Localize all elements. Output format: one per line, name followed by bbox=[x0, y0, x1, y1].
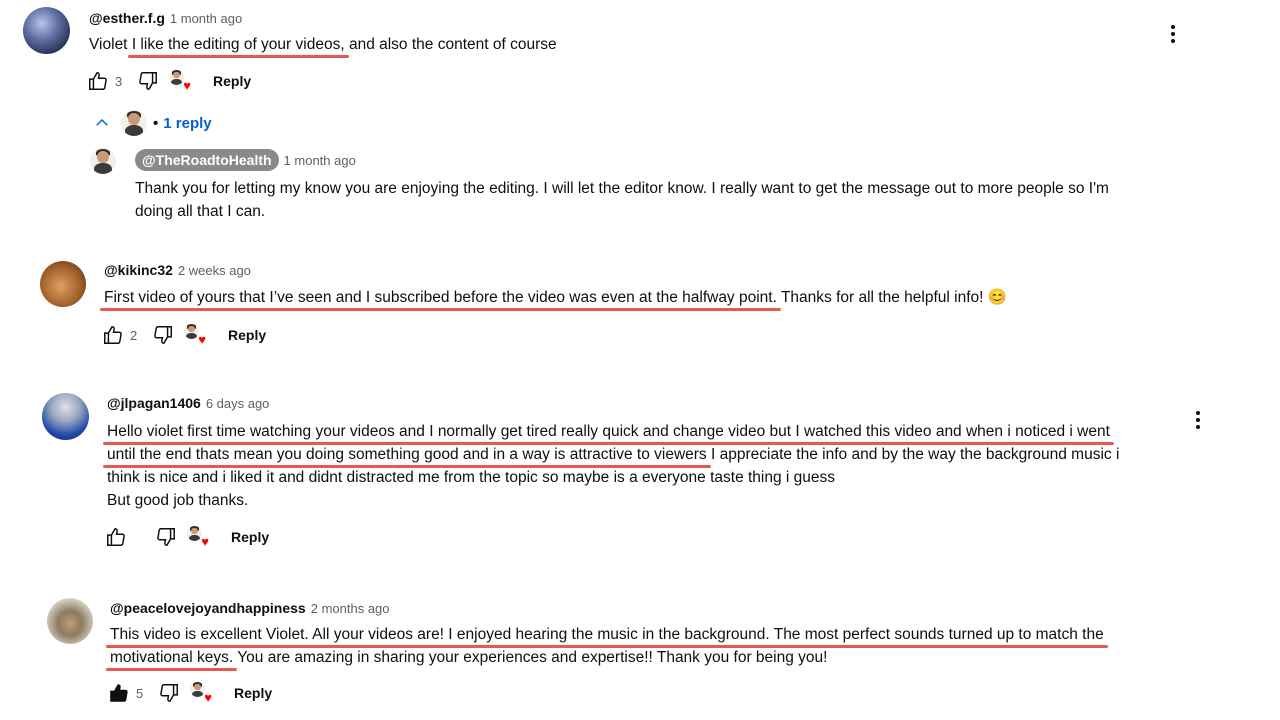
more-vert-icon[interactable] bbox=[1171, 22, 1175, 46]
comment-actions: 3 ♥ Reply bbox=[87, 70, 251, 92]
chevron-up-icon[interactable] bbox=[93, 114, 111, 132]
replies-count[interactable]: 1 reply bbox=[163, 115, 211, 132]
thumbs-up-icon[interactable] bbox=[108, 682, 130, 704]
comment-actions: 5 ♥ Reply bbox=[108, 682, 272, 704]
comment-author[interactable]: @esther.f.g 1 month ago bbox=[89, 10, 242, 26]
comment-time[interactable]: 1 month ago bbox=[170, 11, 242, 26]
reply-button[interactable]: Reply bbox=[231, 529, 269, 545]
thumbs-up-icon[interactable] bbox=[87, 70, 109, 92]
thumbs-down-icon[interactable] bbox=[155, 526, 177, 548]
comment-text: This video is excellent Violet. All your… bbox=[110, 626, 1104, 666]
comment-actions: 2 ♥ Reply bbox=[102, 324, 266, 346]
reply-button[interactable]: Reply bbox=[234, 685, 272, 701]
comment-author[interactable]: @kikinc32 2 weeks ago bbox=[104, 262, 251, 278]
comment-text: First video of yours that I’ve seen and … bbox=[104, 289, 1008, 306]
like-count: 3 bbox=[115, 73, 123, 89]
reply-button[interactable]: Reply bbox=[213, 73, 251, 89]
comment-actions: ♥ Reply bbox=[105, 526, 269, 548]
thumbs-up-icon[interactable] bbox=[105, 526, 127, 548]
thumbs-up-icon[interactable] bbox=[102, 324, 124, 346]
reply-button[interactable]: Reply bbox=[228, 327, 266, 343]
avatar[interactable] bbox=[42, 393, 89, 440]
bullet: • bbox=[153, 114, 159, 132]
comment-text: Hello violet first time watching your vi… bbox=[107, 423, 1120, 509]
avatar[interactable] bbox=[23, 7, 70, 54]
like-count: 2 bbox=[130, 327, 138, 343]
avatar[interactable] bbox=[47, 598, 93, 644]
comment-author[interactable]: @jlpagan1406 6 days ago bbox=[107, 395, 269, 411]
like-count: 5 bbox=[136, 685, 144, 701]
comment-text: Violet I like the editing of your videos… bbox=[89, 36, 557, 53]
reply-header: @TheRoadtoHealth 1 month ago bbox=[135, 149, 356, 171]
thumbs-down-icon[interactable] bbox=[137, 70, 159, 92]
creator-heart-icon: ♥ bbox=[187, 526, 209, 548]
reply-text: Thank you for letting my know you are en… bbox=[135, 180, 1109, 220]
more-vert-icon[interactable] bbox=[1196, 408, 1200, 432]
creator-heart-icon: ♥ bbox=[184, 324, 206, 346]
avatar[interactable] bbox=[90, 148, 116, 174]
comment-time[interactable]: 1 month ago bbox=[284, 153, 356, 168]
comment-time[interactable]: 2 weeks ago bbox=[178, 263, 251, 278]
creator-handle-badge[interactable]: @TheRoadtoHealth bbox=[135, 149, 279, 171]
comment-author[interactable]: @peacelovejoyandhappiness 2 months ago bbox=[110, 600, 390, 616]
creator-heart-icon: ♥ bbox=[169, 70, 191, 92]
thumbs-down-icon[interactable] bbox=[158, 682, 180, 704]
replies-toggle[interactable]: • 1 reply bbox=[93, 110, 212, 136]
comment-time[interactable]: 6 days ago bbox=[206, 396, 270, 411]
thumbs-down-icon[interactable] bbox=[152, 324, 174, 346]
avatar[interactable] bbox=[40, 261, 86, 307]
creator-heart-icon: ♥ bbox=[190, 682, 212, 704]
avatar bbox=[121, 110, 147, 136]
comment-time[interactable]: 2 months ago bbox=[311, 601, 390, 616]
